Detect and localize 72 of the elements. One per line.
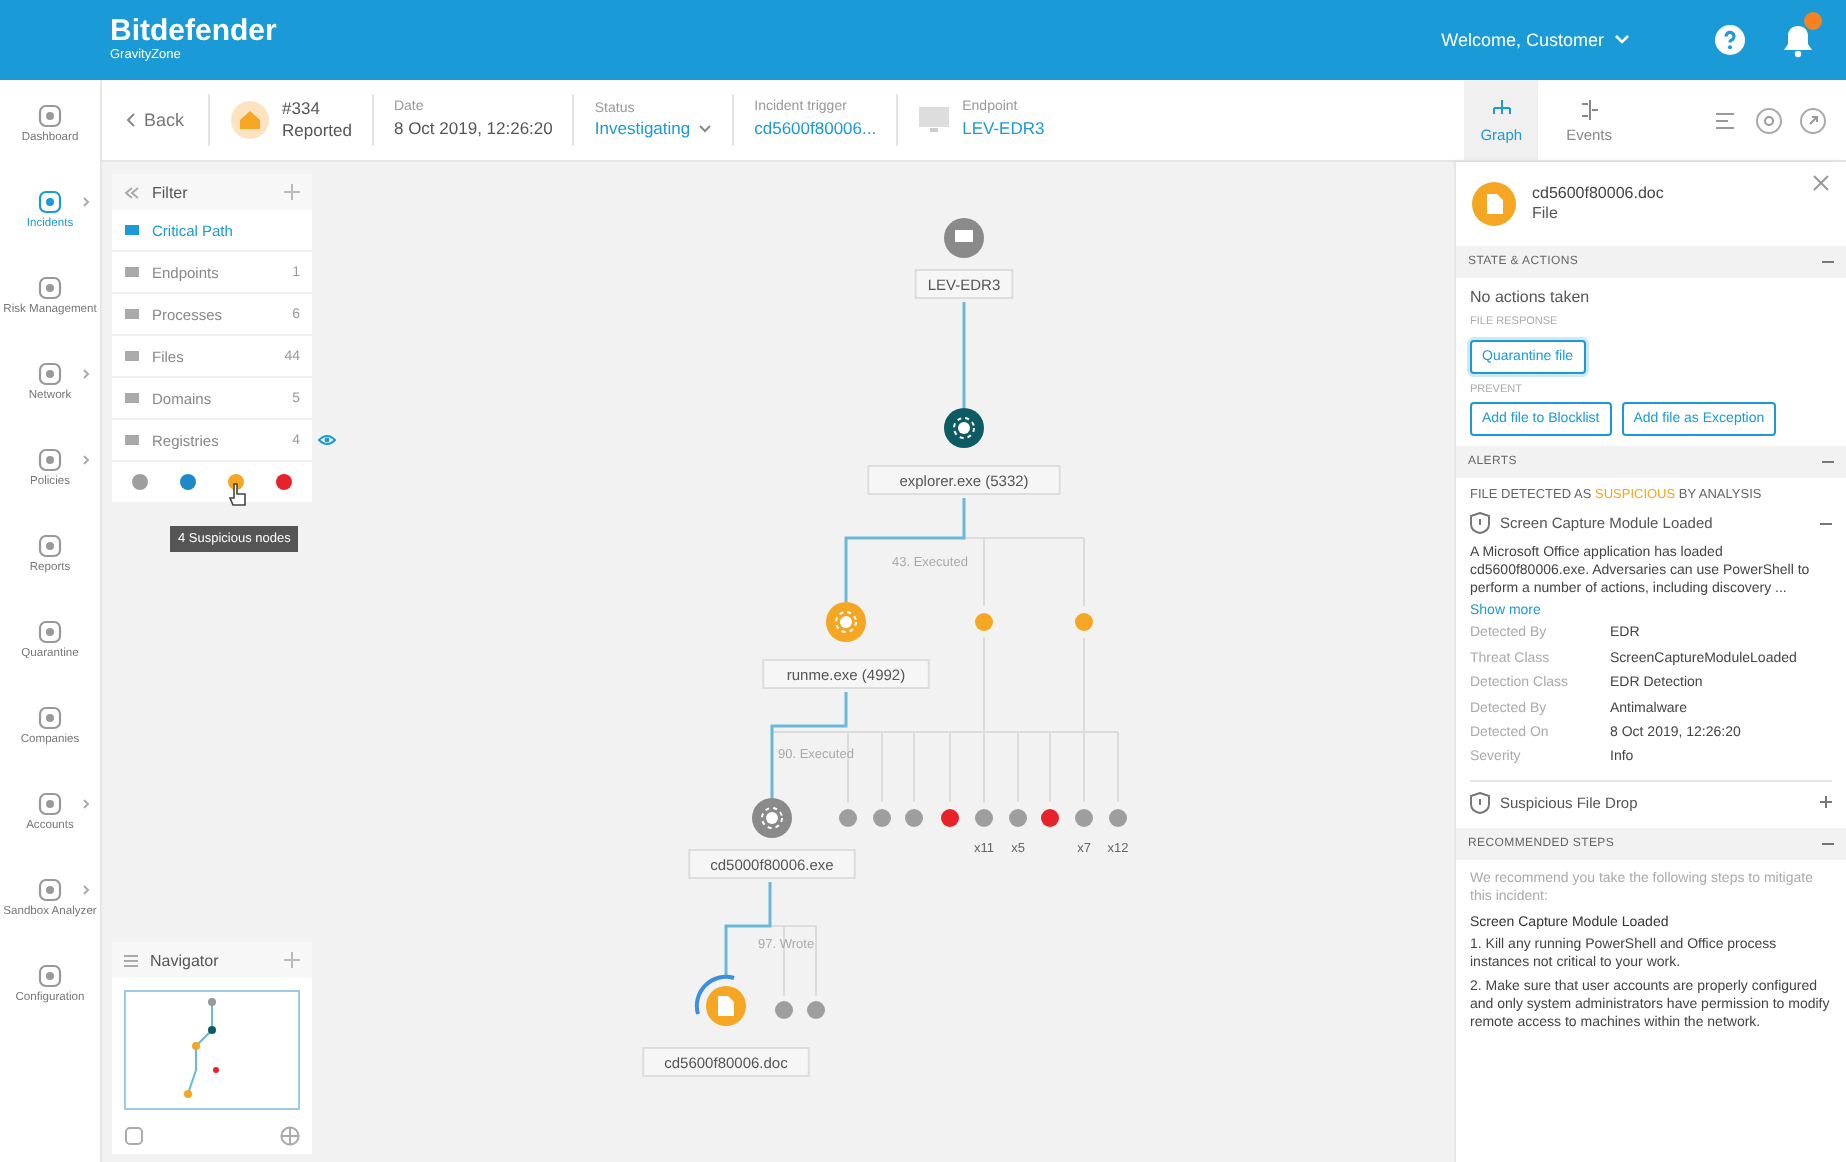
close-icon[interactable] — [1812, 174, 1830, 192]
nav-icon — [38, 190, 62, 214]
caret-icon — [698, 123, 713, 134]
shield-icon — [1470, 512, 1490, 534]
shield-icon — [1470, 791, 1490, 814]
graph-dot[interactable] — [1109, 809, 1127, 827]
minus-icon — [1822, 256, 1834, 268]
graph-dot[interactable] — [873, 809, 891, 827]
graph-dot[interactable] — [1041, 809, 1059, 827]
plus-icon — [1820, 796, 1832, 809]
home-icon — [230, 100, 271, 140]
file-name: cd5600f80006.doc — [1532, 184, 1664, 204]
bell-icon[interactable] — [1782, 22, 1814, 58]
nav-icon — [38, 104, 62, 128]
graph-dot[interactable] — [975, 809, 993, 827]
minus-icon — [1822, 456, 1834, 468]
graph-node[interactable] — [826, 602, 866, 642]
user-menu[interactable]: Welcome, Customer — [1429, 28, 1642, 52]
graph-dot[interactable] — [1075, 809, 1093, 827]
nav-icon — [38, 792, 62, 816]
monitor-icon — [918, 106, 951, 134]
menu-icon[interactable] — [124, 953, 138, 967]
graph-node[interactable] — [706, 986, 746, 1026]
nav-icon — [38, 620, 62, 644]
endpoint-link[interactable]: LEV-EDR3 — [962, 118, 1045, 140]
graph-dot[interactable] — [775, 1001, 793, 1019]
selection-ring — [694, 974, 735, 1015]
filter-title: Filter — [152, 183, 188, 201]
status-dropdown[interactable]: Investigating — [594, 118, 713, 139]
graph-dot[interactable] — [905, 809, 923, 827]
caret-icon — [1614, 34, 1630, 46]
globe-icon[interactable] — [280, 1126, 300, 1146]
file-type: File — [1532, 204, 1560, 224]
chevron-icon — [126, 112, 136, 128]
color-filter-dot[interactable] — [180, 474, 196, 490]
graph-dot[interactable] — [1075, 613, 1093, 631]
incident-state: Reported — [282, 120, 352, 142]
fit-icon[interactable] — [124, 1126, 144, 1146]
color-filter-dot[interactable] — [132, 474, 148, 490]
nav-icon — [38, 878, 62, 902]
file-icon — [1472, 182, 1516, 226]
graph-dot[interactable] — [1009, 809, 1027, 827]
graph-node[interactable] — [944, 408, 984, 448]
nav-icon — [38, 362, 62, 386]
incident-number: #334 — [282, 98, 322, 120]
timeline-icon — [1577, 97, 1602, 121]
navigator-title: Navigator — [150, 951, 219, 969]
color-filter-dot[interactable] — [276, 474, 292, 490]
graph-dot[interactable] — [807, 1001, 825, 1019]
nav-icon — [38, 448, 62, 472]
back-button[interactable]: Back — [122, 110, 189, 130]
color-filter-dot[interactable] — [228, 474, 244, 490]
export-icon[interactable] — [1800, 107, 1826, 133]
graph-dot[interactable] — [839, 809, 857, 827]
brand-name: Bitdefender — [110, 16, 277, 47]
graph-node[interactable] — [944, 218, 984, 258]
nav-icon — [38, 534, 62, 558]
graph-node[interactable] — [752, 798, 792, 838]
nav-icon — [38, 964, 62, 988]
help-icon[interactable] — [1714, 24, 1746, 56]
minus-icon — [1822, 837, 1834, 850]
trigger-link[interactable]: cd5600f80006... — [754, 118, 877, 140]
collapse-icon[interactable] — [124, 185, 140, 199]
nav-icon — [38, 276, 62, 300]
incident-date: 8 Oct 2019, 12:26:20 — [393, 118, 553, 140]
graph-dot[interactable] — [941, 809, 959, 827]
action-status: No actions taken — [1470, 288, 1592, 306]
nav-icon — [38, 706, 62, 730]
eye-icon[interactable] — [318, 434, 336, 446]
minus-icon — [1820, 517, 1832, 529]
graph-dot[interactable] — [975, 613, 993, 631]
list-icon[interactable] — [1712, 107, 1738, 133]
